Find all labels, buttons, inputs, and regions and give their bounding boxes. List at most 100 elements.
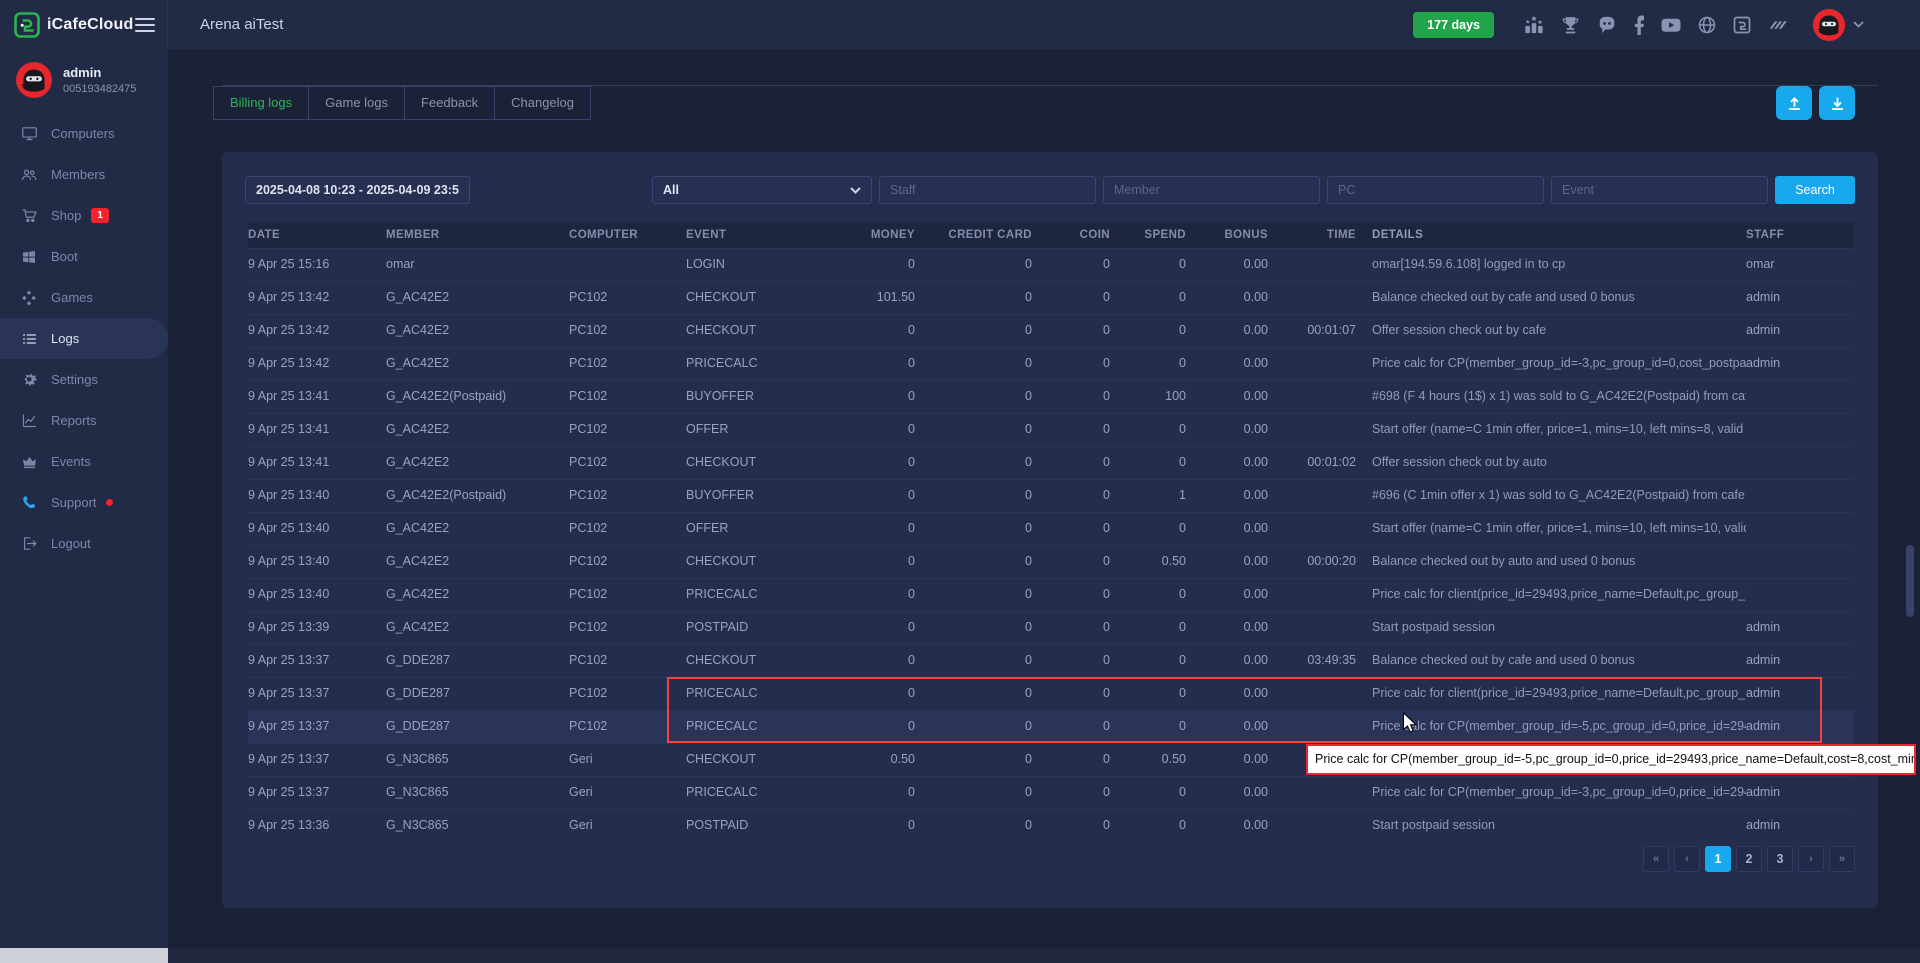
cell-money: 0 bbox=[863, 315, 915, 347]
event-filter-input[interactable] bbox=[1551, 176, 1768, 204]
table-row[interactable]: 9 Apr 25 13:41G_AC42E2PC102OFFER00000.00… bbox=[248, 413, 1854, 446]
globe-icon[interactable] bbox=[1697, 15, 1717, 35]
cell-event: POSTPAID bbox=[686, 612, 863, 644]
cell-money: 0 bbox=[863, 777, 915, 809]
sidebar-item-members[interactable]: Members bbox=[0, 154, 168, 195]
sidebar-item-shop[interactable]: Shop1 bbox=[0, 195, 168, 236]
table-row[interactable]: 9 Apr 25 13:40G_AC42E2PC102PRICECALC0000… bbox=[248, 578, 1854, 611]
cell-details: #696 (C 1min offer x 1) was sold to G_AC… bbox=[1356, 480, 1746, 512]
profile-id: 005193482475 bbox=[63, 83, 136, 95]
table-row[interactable]: 9 Apr 25 13:37G_DDE287PC102PRICECALC0000… bbox=[248, 710, 1854, 743]
support-alert-dot bbox=[106, 499, 113, 506]
menu-toggle-icon[interactable] bbox=[135, 14, 155, 36]
billing-logs-panel: All Search DATEMEMBERCOMPUTEREVENTMONEYC… bbox=[222, 152, 1878, 908]
cell-member: G_AC42E2(Postpaid) bbox=[386, 480, 569, 512]
table-row[interactable]: 9 Apr 25 15:16omarLOGIN00000.00omar[194.… bbox=[248, 248, 1854, 281]
table-row[interactable]: 9 Apr 25 13:41G_AC42E2(Postpaid)PC102BUY… bbox=[248, 380, 1854, 413]
cell-staff bbox=[1746, 381, 1854, 413]
table-row[interactable]: 9 Apr 25 13:40G_AC42E2(Postpaid)PC102BUY… bbox=[248, 479, 1854, 512]
trophy-icon[interactable] bbox=[1560, 15, 1581, 35]
license-days-button[interactable]: 177 days bbox=[1413, 12, 1494, 38]
cell-spend: 0 bbox=[1110, 678, 1186, 710]
cell-credit-card: 0 bbox=[915, 612, 1032, 644]
search-button[interactable]: Search bbox=[1775, 176, 1855, 204]
cell-time: 00:01:02 bbox=[1268, 447, 1356, 479]
cell-coin: 0 bbox=[1032, 777, 1110, 809]
pagination-first[interactable]: « bbox=[1643, 846, 1669, 872]
table-row[interactable]: 9 Apr 25 13:42G_AC42E2PC102CHECKOUT00000… bbox=[248, 314, 1854, 347]
icafe-mark-icon[interactable] bbox=[1732, 15, 1752, 35]
profile-block[interactable]: admin 005193482475 bbox=[0, 49, 168, 113]
cell-coin: 0 bbox=[1032, 645, 1110, 677]
cell-credit-card: 0 bbox=[915, 711, 1032, 743]
cell-event: BUYOFFER bbox=[686, 381, 863, 413]
sidebar-item-reports[interactable]: Reports bbox=[0, 400, 168, 441]
cell-details: Balance checked out by cafe and used 0 b… bbox=[1356, 645, 1746, 677]
sidebar-item-support[interactable]: Support bbox=[0, 482, 168, 523]
event-type-select[interactable]: All bbox=[652, 176, 872, 204]
cell-date: 9 Apr 25 13:36 bbox=[248, 810, 386, 842]
pc-filter-input[interactable] bbox=[1327, 176, 1544, 204]
table-row[interactable]: 9 Apr 25 13:37G_N3C865GeriPRICECALC00000… bbox=[248, 776, 1854, 809]
cell-time bbox=[1268, 414, 1356, 446]
pagination-prev[interactable]: ‹ bbox=[1674, 846, 1700, 872]
cell-member: G_AC42E2 bbox=[386, 612, 569, 644]
tab-game-logs[interactable]: Game logs bbox=[308, 86, 405, 120]
table-row[interactable]: 9 Apr 25 13:40G_AC42E2PC102OFFER00000.00… bbox=[248, 512, 1854, 545]
member-filter-input[interactable] bbox=[1103, 176, 1320, 204]
table-row[interactable]: 9 Apr 25 13:36G_N3C865GeriPOSTPAID00000.… bbox=[248, 809, 1854, 842]
tab-changelog[interactable]: Changelog bbox=[494, 86, 591, 120]
cell-event: OFFER bbox=[686, 513, 863, 545]
cell-coin: 0 bbox=[1032, 315, 1110, 347]
sidebar-item-logout[interactable]: Logout bbox=[0, 523, 168, 564]
pagination-next[interactable]: › bbox=[1798, 846, 1824, 872]
table-row[interactable]: 9 Apr 25 13:37G_DDE287PC102PRICECALC0000… bbox=[248, 677, 1854, 710]
sidebar-item-events[interactable]: Events bbox=[0, 441, 168, 482]
cell-event: CHECKOUT bbox=[686, 447, 863, 479]
download-button[interactable] bbox=[1819, 86, 1855, 120]
table-row[interactable]: 9 Apr 25 13:41G_AC42E2PC102CHECKOUT00000… bbox=[248, 446, 1854, 479]
discord-icon[interactable] bbox=[1596, 15, 1618, 35]
staff-filter-input[interactable] bbox=[879, 176, 1096, 204]
sidebar-item-label: Members bbox=[51, 167, 105, 182]
sidebar-item-boot[interactable]: Boot bbox=[0, 236, 168, 277]
table-header-row: DATEMEMBERCOMPUTEREVENTMONEYCREDIT CARDC… bbox=[248, 222, 1854, 248]
table-row[interactable]: 9 Apr 25 13:37G_DDE287PC102CHECKOUT00000… bbox=[248, 644, 1854, 677]
date-range-input[interactable] bbox=[245, 176, 470, 204]
cell-details: Price calc for CP(member_group_id=-5,pc_… bbox=[1356, 711, 1746, 743]
pagination-page-1[interactable]: 1 bbox=[1705, 846, 1731, 872]
pagination: «‹123›» bbox=[1643, 846, 1855, 872]
facebook-icon[interactable] bbox=[1633, 15, 1645, 35]
bottom-strip-left bbox=[0, 948, 168, 963]
pagination-last[interactable]: » bbox=[1829, 846, 1855, 872]
members-icon bbox=[20, 166, 38, 184]
cell-event: CHECKOUT bbox=[686, 744, 863, 776]
sidebar-item-games[interactable]: Games bbox=[0, 277, 168, 318]
ranking-icon[interactable] bbox=[1523, 15, 1545, 35]
profile-avatar bbox=[15, 61, 53, 99]
sidebar-item-label: Games bbox=[51, 290, 93, 305]
pagination-page-2[interactable]: 2 bbox=[1736, 846, 1762, 872]
scrollbar-thumb[interactable] bbox=[1906, 545, 1914, 617]
pagination-page-3[interactable]: 3 bbox=[1767, 846, 1793, 872]
tab-billing-logs[interactable]: Billing logs bbox=[213, 86, 309, 120]
layers-icon[interactable] bbox=[1767, 15, 1789, 35]
import-button[interactable] bbox=[1776, 86, 1812, 120]
cell-coin: 0 bbox=[1032, 381, 1110, 413]
table-row[interactable]: 9 Apr 25 13:42G_AC42E2PC102CHECKOUT101.5… bbox=[248, 281, 1854, 314]
sidebar-item-settings[interactable]: Settings bbox=[0, 359, 168, 400]
cell-bonus: 0.00 bbox=[1186, 546, 1268, 578]
sidebar-item-label: Shop bbox=[51, 208, 81, 223]
cell-member: G_AC42E2 bbox=[386, 513, 569, 545]
cell-date: 9 Apr 25 13:40 bbox=[248, 546, 386, 578]
cell-date: 9 Apr 25 13:37 bbox=[248, 744, 386, 776]
table-row[interactable]: 9 Apr 25 13:42G_AC42E2PC102PRICECALC0000… bbox=[248, 347, 1854, 380]
youtube-icon[interactable] bbox=[1660, 16, 1682, 34]
sidebar-item-computers[interactable]: Computers bbox=[0, 113, 168, 154]
cell-staff: admin bbox=[1746, 282, 1854, 314]
user-menu[interactable] bbox=[1812, 8, 1864, 42]
table-row[interactable]: 9 Apr 25 13:40G_AC42E2PC102CHECKOUT0000.… bbox=[248, 545, 1854, 578]
sidebar-item-logs[interactable]: Logs bbox=[0, 318, 168, 359]
tab-feedback[interactable]: Feedback bbox=[404, 86, 495, 120]
table-row[interactable]: 9 Apr 25 13:39G_AC42E2PC102POSTPAID00000… bbox=[248, 611, 1854, 644]
